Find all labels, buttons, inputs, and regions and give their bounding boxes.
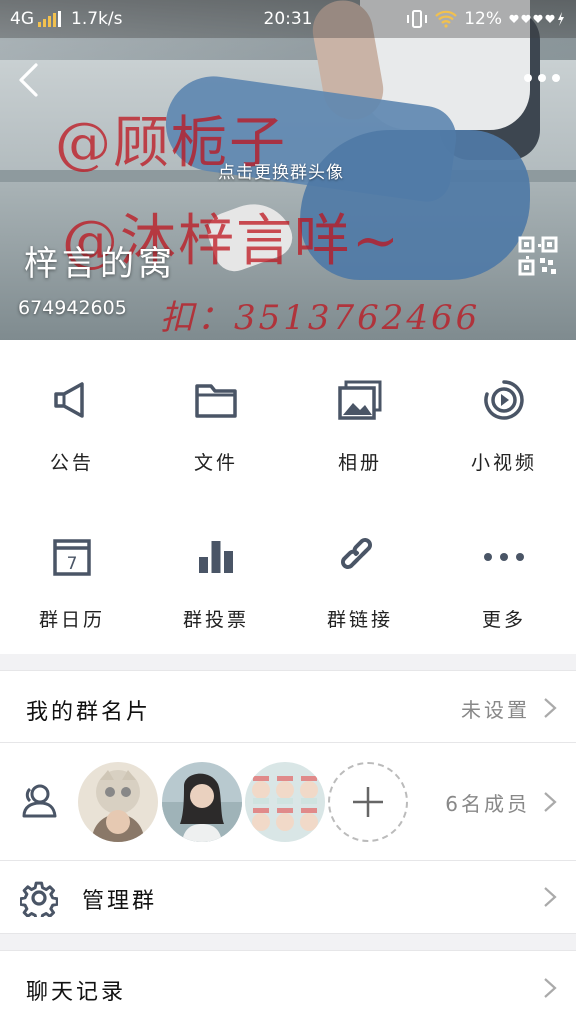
- row-value: 未设置: [461, 698, 530, 722]
- grid-label: 群投票: [182, 609, 249, 631]
- plus-icon: [353, 787, 383, 817]
- grid-item-link[interactable]: 群链接: [288, 497, 432, 654]
- grid-item-files[interactable]: 文件: [144, 340, 288, 497]
- grid-label: 公告: [49, 452, 94, 474]
- my-group-card-row[interactable]: 我的群名片 未设置: [0, 670, 576, 743]
- change-avatar-hint[interactable]: 点击更换群头像: [218, 158, 344, 183]
- chevron-right-icon: [544, 978, 557, 998]
- grid-label: 文件: [193, 452, 238, 474]
- chevron-right-icon: [544, 698, 557, 718]
- grid-item-announcement[interactable]: 公告: [0, 340, 144, 497]
- grid-label: 更多: [481, 609, 526, 631]
- manage-group-row[interactable]: 管理群: [0, 861, 576, 934]
- photo-album-icon: [338, 380, 382, 420]
- status-bar: 4G 1.7k/s 20:31 12%: [0, 0, 576, 38]
- wifi-icon: [435, 10, 457, 28]
- add-member-button[interactable]: [328, 762, 408, 842]
- battery-percent: 12%: [464, 9, 502, 29]
- battery-icon: [509, 12, 564, 26]
- vibrate-icon: [407, 10, 428, 28]
- gear-icon: [20, 881, 58, 917]
- avatar-image: [162, 762, 242, 842]
- grid-item-short-video[interactable]: 小视频: [432, 340, 576, 497]
- feature-grid: 公告 文件 相册 小视频 7 群日历 群投票 群链接 更多: [0, 340, 576, 654]
- bar-chart-icon: [199, 541, 233, 573]
- member-avatar[interactable]: [245, 762, 325, 842]
- grid-label: 小视频: [470, 452, 537, 474]
- more-dots-icon: [484, 553, 524, 561]
- calendar-day: 7: [67, 554, 78, 574]
- avatar-image: [78, 762, 158, 842]
- grid-label: 群链接: [326, 609, 393, 631]
- row-title: 管理群: [82, 889, 158, 914]
- row-title: 我的群名片: [26, 700, 152, 725]
- video-icon: [484, 380, 524, 420]
- cover-overlay-text: 扣：3513762466: [160, 298, 481, 338]
- avatar-image: [245, 762, 325, 842]
- back-button[interactable]: [12, 62, 48, 98]
- group-id: 674942605: [18, 297, 127, 319]
- grid-item-calendar[interactable]: 7 群日历: [0, 497, 144, 654]
- chat-history-row[interactable]: 聊天记录: [0, 950, 576, 1024]
- folder-icon: [195, 384, 237, 418]
- grid-label: 群日历: [38, 609, 105, 631]
- chevron-right-icon: [544, 887, 557, 907]
- megaphone-icon: [54, 382, 84, 418]
- grid-item-album[interactable]: 相册: [288, 340, 432, 497]
- calendar-icon: 7: [53, 539, 91, 576]
- row-title: 聊天记录: [26, 980, 127, 1005]
- more-menu-button[interactable]: [522, 66, 562, 90]
- member-avatar[interactable]: [162, 762, 242, 842]
- members-icon: [22, 784, 57, 818]
- qr-code-button[interactable]: [518, 236, 558, 276]
- grid-item-vote[interactable]: 群投票: [144, 497, 288, 654]
- grid-label: 相册: [337, 452, 382, 474]
- member-count: 6名成员: [445, 792, 530, 816]
- grid-item-more[interactable]: 更多: [432, 497, 576, 654]
- group-cover[interactable]: @顾栀子 @沐梓言咩~ 扣：3513762466 4G 1.7k/s 20:31…: [0, 0, 576, 340]
- group-name: 梓言的窝: [24, 244, 176, 284]
- link-icon: [341, 538, 372, 569]
- member-avatar[interactable]: [78, 762, 158, 842]
- chevron-right-icon: [544, 792, 557, 812]
